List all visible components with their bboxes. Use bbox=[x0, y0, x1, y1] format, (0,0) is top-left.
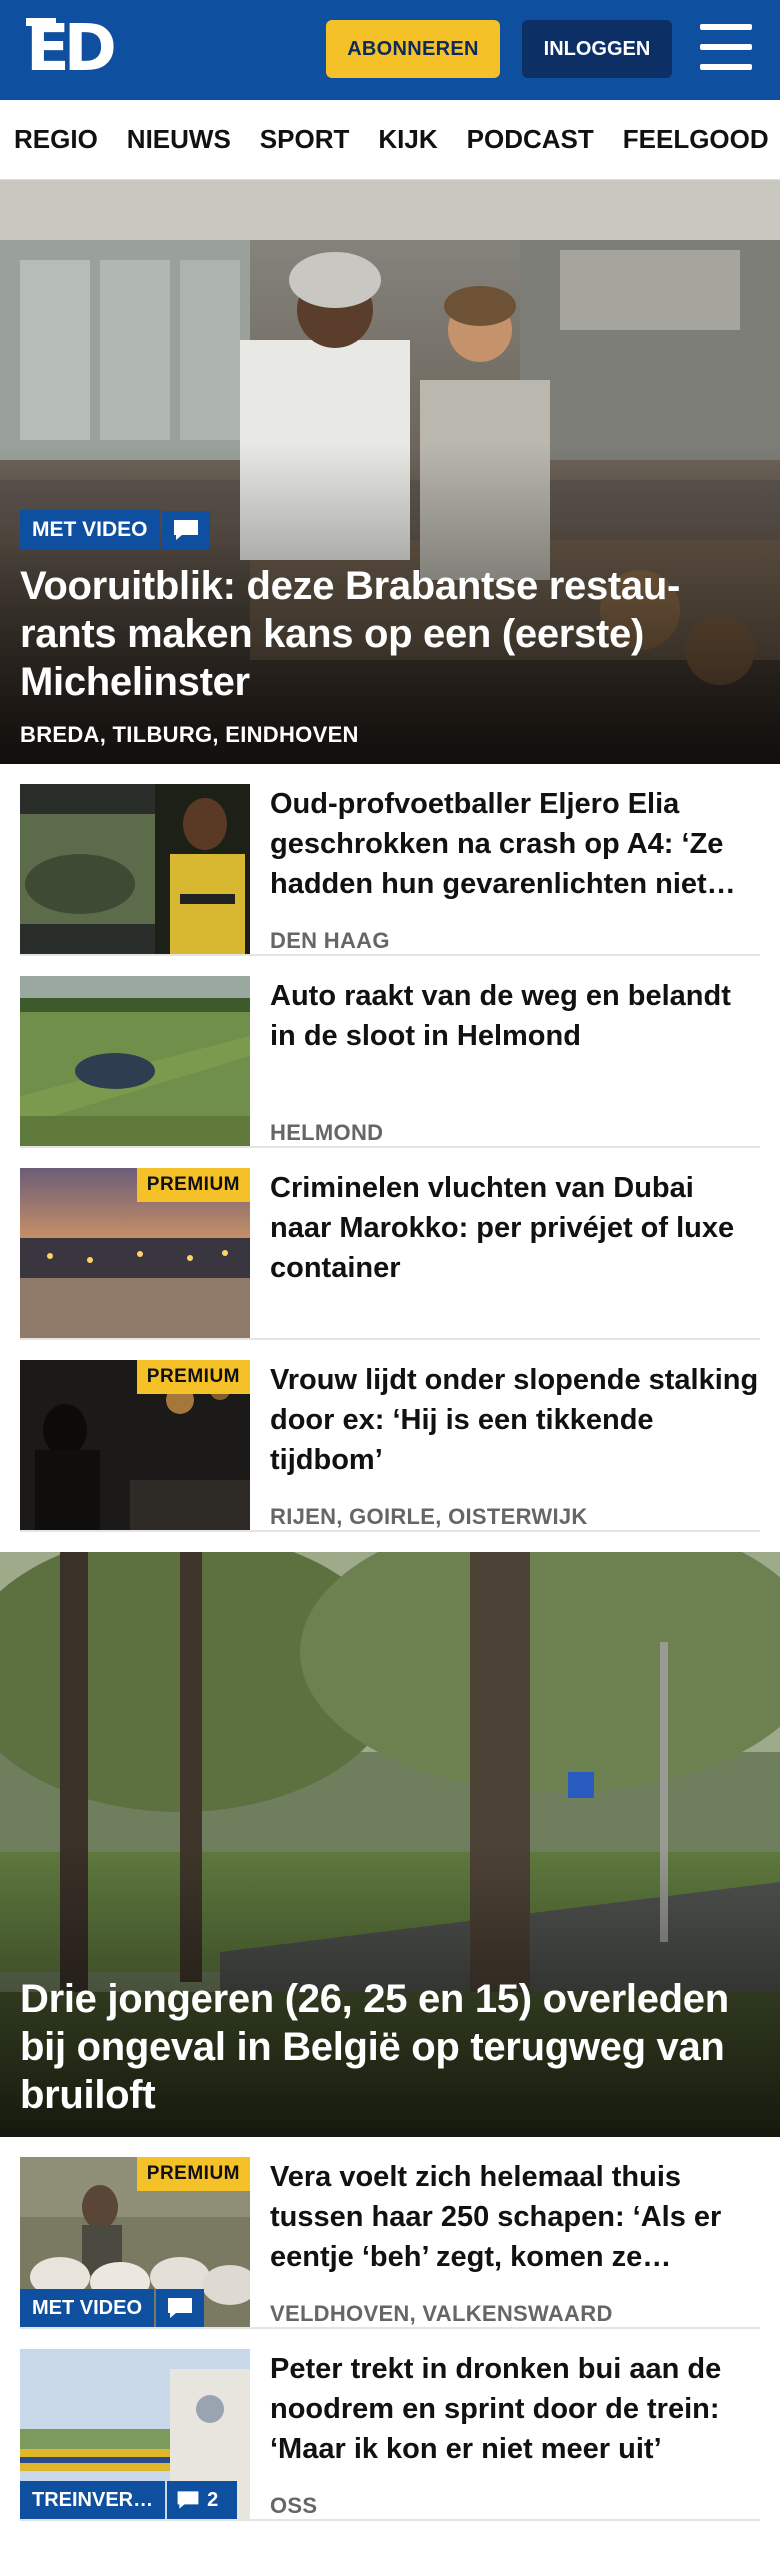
list-item[interactable]: Oud-profvoetballer Eljero Elia geschrokk… bbox=[20, 764, 760, 956]
article-text: Criminelen vluchten van Dubai naar Marok… bbox=[270, 1168, 760, 1338]
article-headline[interactable]: Peter trekt in dronken bui aan de noodre… bbox=[270, 2349, 760, 2469]
article-thumbnail: TREINVER… 2 bbox=[20, 2349, 250, 2519]
premium-badge: PREMIUM bbox=[136, 1168, 250, 1202]
article-location: OSS bbox=[270, 2493, 318, 2518]
video-badge: MET VIDEO bbox=[20, 510, 160, 550]
site-logo[interactable]: ED bbox=[26, 17, 118, 81]
hero-text: Drie jongeren (26, 25 en 15) overleden b… bbox=[20, 1975, 756, 2119]
list-item[interactable]: PREMIUM Criminelen vluchten van Dubai na… bbox=[20, 1148, 760, 1340]
comment-icon[interactable] bbox=[156, 2289, 205, 2327]
article-headline[interactable]: Criminelen vluchten van Dubai naar Marok… bbox=[270, 1168, 760, 1288]
hero-article[interactable]: MET VIDEO Vooruitblik: deze Brabantse re… bbox=[0, 180, 780, 764]
article-location: HELMOND bbox=[270, 1120, 384, 1145]
nav-item-nieuws[interactable]: NIEUWS bbox=[127, 124, 231, 155]
list-item[interactable]: PREMIUM MET VIDEO Vera voelt zich helema… bbox=[20, 2137, 760, 2329]
nav-item-sport[interactable]: SPORT bbox=[260, 124, 350, 155]
subscribe-button[interactable]: ABONNEREN bbox=[326, 20, 500, 78]
article-headline[interactable]: Vera voelt zich helemaal thuis tussen ha… bbox=[270, 2157, 760, 2277]
article-thumbnail: PREMIUM bbox=[20, 1360, 250, 1530]
comment-icon[interactable] bbox=[161, 511, 210, 549]
article-thumbnail: PREMIUM bbox=[20, 1168, 250, 1338]
article-text: Vrouw lijdt onder slopende stalking door… bbox=[270, 1360, 760, 1530]
article-headline[interactable]: Oud-profvoetballer Eljero Elia geschrokk… bbox=[270, 784, 760, 904]
hero-headline[interactable]: Drie jongeren (26, 25 en 15) overleden b… bbox=[20, 1975, 756, 2119]
thumbnail-badges: TREINVER… 2 bbox=[20, 2481, 238, 2519]
premium-badge: PREMIUM bbox=[136, 1360, 250, 1394]
nav-item-podcast[interactable]: PODCAST bbox=[467, 124, 594, 155]
article-headline[interactable]: Auto raakt van de weg en belandt in de s… bbox=[270, 976, 760, 1056]
hamburger-menu-icon[interactable] bbox=[700, 24, 752, 70]
article-text: Auto raakt van de weg en belandt in de s… bbox=[270, 976, 760, 1146]
video-badge: MET VIDEO bbox=[20, 2289, 155, 2327]
top-bar: ED ABONNEREN INLOGGEN bbox=[0, 0, 780, 100]
hero-location: BREDA, TILBURG, EINDHOVEN bbox=[20, 722, 359, 747]
hero-article-secondary[interactable]: Drie jongeren (26, 25 en 15) overleden b… bbox=[0, 1552, 780, 2137]
comment-count[interactable]: 2 bbox=[167, 2481, 238, 2519]
section-nav: REGIO NIEUWS SPORT KIJK PODCAST FEELGOOD bbox=[0, 100, 780, 180]
hero-badges: MET VIDEO bbox=[20, 510, 756, 550]
article-list: Oud-profvoetballer Eljero Elia geschrokk… bbox=[0, 764, 780, 1532]
hero-headline[interactable]: Vooruitblik: deze Brabantse restau-rants… bbox=[20, 562, 756, 706]
article-text: Oud-profvoetballer Eljero Elia geschrokk… bbox=[270, 784, 760, 954]
article-text: Peter trekt in dronken bui aan de noodre… bbox=[270, 2349, 760, 2519]
list-item[interactable]: PREMIUM Vrouw lijdt onder slopende stalk… bbox=[20, 1340, 760, 1532]
thumbnail-badges: MET VIDEO bbox=[20, 2289, 205, 2327]
list-item[interactable]: TREINVER… 2 Peter trekt in dronken bui a… bbox=[20, 2329, 760, 2521]
nav-item-kijk[interactable]: KIJK bbox=[378, 124, 437, 155]
article-text: Vera voelt zich helemaal thuis tussen ha… bbox=[270, 2157, 760, 2327]
comment-count-value: 2 bbox=[207, 2488, 219, 2511]
article-location: VELDHOVEN, VALKENSWAARD bbox=[270, 2301, 613, 2326]
category-badge: TREINVER… bbox=[20, 2481, 166, 2519]
list-item[interactable]: Auto raakt van de weg en belandt in de s… bbox=[20, 956, 760, 1148]
hero-text: MET VIDEO Vooruitblik: deze Brabantse re… bbox=[20, 510, 756, 748]
article-location: DEN HAAG bbox=[270, 928, 390, 953]
article-headline[interactable]: Vrouw lijdt onder slopende stalking door… bbox=[270, 1360, 760, 1480]
article-thumbnail bbox=[20, 976, 250, 1146]
article-thumbnail bbox=[20, 784, 250, 954]
login-button[interactable]: INLOGGEN bbox=[522, 20, 672, 78]
nav-item-regio[interactable]: REGIO bbox=[14, 124, 98, 155]
article-location: RIJEN, GOIRLE, OISTERWIJK bbox=[270, 1504, 588, 1529]
nav-item-feelgood[interactable]: FEELGOOD bbox=[623, 124, 769, 155]
article-list-secondary: PREMIUM MET VIDEO Vera voelt zich helema… bbox=[0, 2137, 780, 2521]
article-thumbnail: PREMIUM MET VIDEO bbox=[20, 2157, 250, 2327]
comment-icon bbox=[177, 2491, 199, 2509]
premium-badge: PREMIUM bbox=[136, 2157, 250, 2191]
